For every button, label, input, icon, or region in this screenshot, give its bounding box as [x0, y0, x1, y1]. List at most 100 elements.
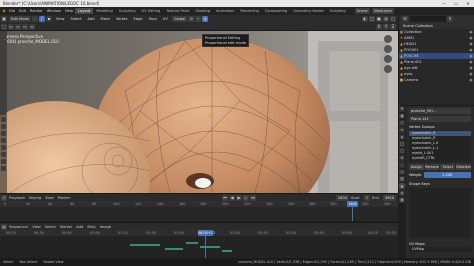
view-layer-tab-icon[interactable]: ≡	[399, 127, 405, 133]
tab-layout[interactable]: Layout	[75, 8, 94, 14]
sequencer-menu-strip[interactable]: Strip	[85, 225, 97, 229]
pan-icon[interactable]	[384, 45, 392, 53]
solid-shading-icon[interactable]: ●	[376, 16, 382, 22]
sequencer-strip[interactable]	[165, 248, 183, 250]
tab-uv-editing[interactable]: UV Editing	[139, 8, 164, 14]
tab-sculpting[interactable]: Sculpting	[116, 8, 139, 14]
particles-tab-icon[interactable]: ∴	[399, 162, 405, 168]
tab-compositing[interactable]: Compositing	[262, 8, 291, 14]
tool-rip-icon[interactable]	[1, 159, 6, 164]
tool-shrink-icon[interactable]	[1, 145, 6, 150]
sequencer-strip[interactable]	[222, 250, 232, 252]
tool-measure-icon[interactable]	[1, 82, 6, 87]
menu-face[interactable]: Face	[147, 16, 159, 22]
menu-help[interactable]: Help	[63, 9, 75, 13]
tool-extrude-icon[interactable]	[1, 89, 6, 94]
scene-tab-icon[interactable]: ◈	[399, 134, 405, 140]
menu-add[interactable]: Add	[86, 16, 97, 22]
mirror-x-icon[interactable]: X	[376, 23, 382, 30]
constraints-tab-icon[interactable]: ⛓	[399, 176, 405, 182]
tool-select-icon[interactable]	[1, 33, 6, 38]
tool-tab-icon[interactable]: ⚒	[399, 106, 405, 112]
jump-end-icon[interactable]: ⏭	[250, 194, 257, 201]
menu-mesh[interactable]: Mesh	[99, 16, 112, 22]
tool-inset-icon[interactable]	[1, 96, 6, 101]
timeline-menu-view[interactable]: View	[43, 196, 56, 200]
physics-tab-icon[interactable]: ◎	[399, 169, 405, 175]
select-mode-subtract-icon[interactable]: ▭	[22, 23, 28, 30]
shape-keys-list[interactable]	[409, 188, 471, 238]
timeline-menu-playback[interactable]: Playback	[7, 196, 27, 200]
prev-key-icon[interactable]: ◀	[229, 194, 236, 201]
scene-selector[interactable]: Scene	[354, 8, 370, 14]
menu-vertex[interactable]: Vertex	[114, 16, 130, 22]
tab-rendering[interactable]: Rendering	[237, 8, 261, 14]
tool-smooth-icon[interactable]	[1, 138, 6, 143]
select-box-icon[interactable]: ⬚	[1, 23, 7, 30]
vertex-group-item[interactable]: eyelidR_CTRL	[409, 156, 471, 161]
proportional-editing-icon[interactable]: ◎	[202, 16, 209, 22]
sequencer-menu-view[interactable]: View	[30, 225, 43, 229]
sequencer-area[interactable]	[0, 236, 398, 258]
sequencer-menu-add[interactable]: Add	[74, 225, 85, 229]
sequencer-menu-image[interactable]: Image	[98, 225, 113, 229]
outliner-editor-icon[interactable]: ☰	[402, 16, 408, 22]
select-mode-intersect-icon[interactable]: ▭	[29, 23, 35, 30]
remove-button[interactable]: Remove	[424, 164, 440, 170]
sequencer-strip[interactable]	[186, 242, 198, 244]
tab-geometry-nodes[interactable]: Geometry Nodes	[290, 8, 326, 14]
tool-loopcut-icon[interactable]	[1, 110, 6, 115]
object-name-field[interactable]: prosche_MO...	[409, 108, 471, 114]
vertex-select-icon[interactable]: ·	[31, 16, 38, 22]
mirror-y-icon[interactable]: Y	[383, 23, 389, 30]
world-tab-icon[interactable]: ◯	[399, 141, 405, 147]
editor-type-icon[interactable]: ▣	[1, 16, 7, 22]
timeline-menu-marker[interactable]: Marker	[56, 196, 72, 200]
outliner-search-input[interactable]	[410, 16, 446, 22]
sequencer-menu-marker[interactable]: Marker	[58, 225, 74, 229]
material-shading-icon[interactable]: ◍	[383, 16, 389, 22]
assign-button[interactable]: Assign	[409, 164, 424, 170]
menu-edit[interactable]: Edit	[17, 9, 28, 13]
data-tab-icon[interactable]: ▲	[399, 183, 405, 189]
tool-knife-icon[interactable]	[1, 117, 6, 122]
weight-slider[interactable]: 1.000	[423, 172, 471, 178]
tool-scale-icon[interactable]	[1, 61, 6, 66]
tab-modeling[interactable]: Modeling	[93, 8, 115, 14]
sequencer-strip[interactable]	[130, 244, 160, 246]
end-frame-field[interactable]: 3940	[382, 194, 396, 201]
camera-view-icon[interactable]	[384, 55, 392, 63]
perspective-toggle-icon[interactable]	[384, 65, 392, 73]
timeline-ruler[interactable]: 0 20 40 60 80 100 120 140 160 180 200 22…	[0, 201, 398, 207]
tab-scripting[interactable]: Scripting	[327, 8, 349, 14]
jump-start-icon[interactable]: ⏮	[222, 194, 229, 201]
menu-select[interactable]: Select	[68, 16, 83, 22]
menu-file[interactable]: File	[7, 9, 17, 13]
filter-icon[interactable]: ⚲	[447, 16, 453, 22]
timeline-menu-keying[interactable]: Keying	[27, 196, 43, 200]
tool-transform-icon[interactable]	[1, 68, 6, 73]
tab-animation[interactable]: Animation	[213, 8, 237, 14]
uv-map-item[interactable]: UVMap	[409, 247, 471, 252]
3d-viewport[interactable]	[0, 31, 398, 193]
view-layer-selector[interactable]: ViewLayer	[371, 8, 395, 14]
mode-selector[interactable]: Edit Mode	[9, 16, 31, 22]
output-tab-icon[interactable]: ⎙	[399, 120, 405, 126]
tool-rotate-icon[interactable]	[1, 54, 6, 59]
xray-icon[interactable]: ▢	[369, 16, 375, 22]
tool-bevel-icon[interactable]	[1, 103, 6, 108]
shape-keys-header[interactable]: Shape Keys	[409, 181, 471, 187]
tool-spin-icon[interactable]	[1, 131, 6, 136]
menu-view[interactable]: View	[54, 16, 67, 22]
tab-texture-paint[interactable]: Texture Paint	[163, 8, 192, 14]
visibility-eye-icon[interactable]: ◉	[468, 77, 474, 83]
tool-shear-icon[interactable]	[1, 152, 6, 157]
menu-edge[interactable]: Edge	[132, 16, 145, 22]
material-tab-icon[interactable]: ◍	[399, 190, 405, 196]
sequencer-type[interactable]: Sequencer	[7, 225, 30, 229]
menu-uv[interactable]: UV	[161, 16, 170, 22]
maximize-button[interactable]: ☐	[450, 0, 462, 7]
render-tab-icon[interactable]: ▣	[399, 113, 405, 119]
close-button[interactable]: ✕	[462, 0, 474, 7]
zoom-icon[interactable]	[384, 35, 392, 43]
